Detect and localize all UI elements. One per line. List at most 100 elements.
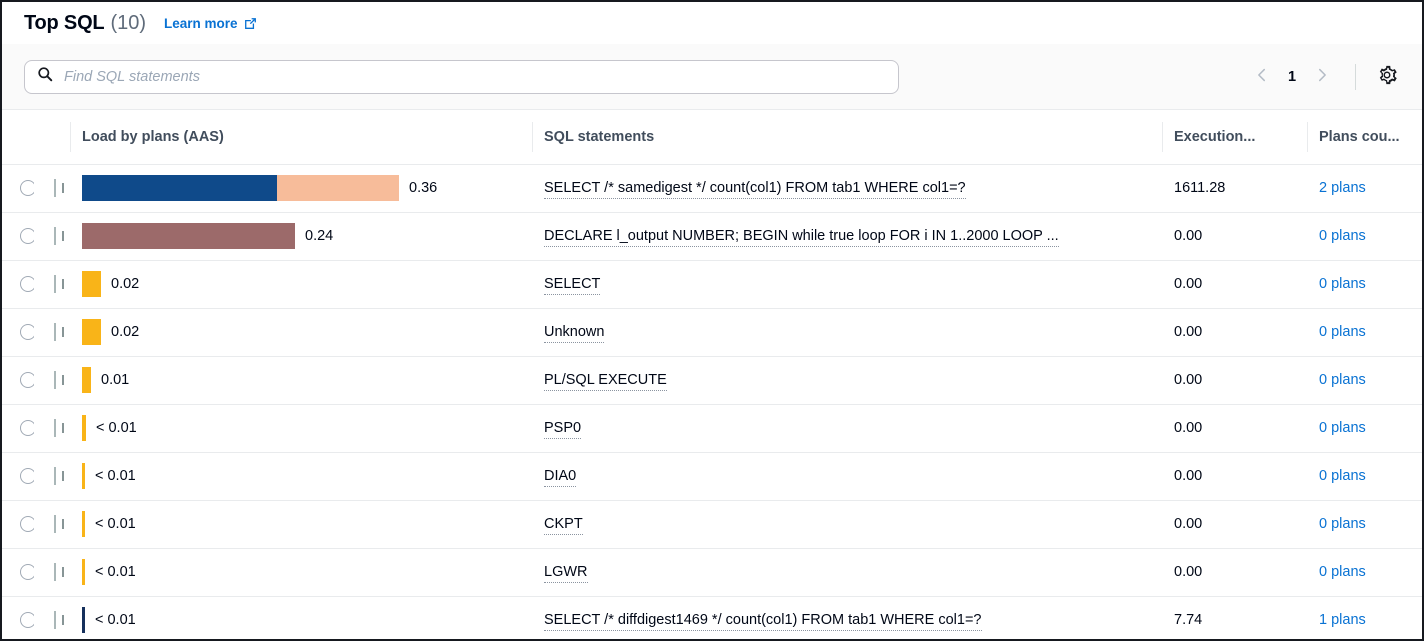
plans-count-link[interactable]: 0 plans (1319, 324, 1366, 340)
sql-statement-cell[interactable]: PSP0 (532, 404, 1162, 452)
row-expand-cell[interactable] (34, 356, 70, 404)
sql-statement-text[interactable]: CKPT (544, 516, 583, 535)
sql-statement-cell[interactable]: DECLARE l_output NUMBER; BEGIN while tru… (532, 212, 1162, 260)
sql-statement-text[interactable]: SELECT (544, 276, 600, 295)
sql-statement-cell[interactable]: SELECT (532, 260, 1162, 308)
row-select-cell[interactable] (2, 308, 34, 356)
row-select-cell[interactable] (2, 164, 34, 212)
row-expand-cell[interactable] (34, 452, 70, 500)
load-value-label: 0.24 (305, 228, 333, 244)
column-header-load-by-plans[interactable]: Load by plans (AAS) (70, 110, 532, 164)
sql-statement-cell[interactable]: CKPT (532, 500, 1162, 548)
sql-statement-text[interactable]: PL/SQL EXECUTE (544, 372, 667, 391)
expand-plus-icon[interactable] (54, 563, 56, 581)
table-row[interactable]: < 0.01LGWR0.000 plans (2, 548, 1422, 596)
load-by-plans-cell: < 0.01 (70, 548, 532, 596)
load-by-plans-cell: < 0.01 (70, 596, 532, 641)
expand-plus-icon[interactable] (54, 371, 56, 389)
column-header-executions[interactable]: Execution... (1162, 110, 1307, 164)
expand-plus-icon[interactable] (54, 611, 56, 629)
plans-count-cell[interactable]: 1 plans (1307, 596, 1422, 641)
row-expand-cell[interactable] (34, 404, 70, 452)
plans-count-cell[interactable]: 0 plans (1307, 260, 1422, 308)
plans-count-cell[interactable]: 0 plans (1307, 548, 1422, 596)
expand-plus-icon[interactable] (54, 275, 56, 293)
table-row[interactable]: < 0.01 SELECT /* diffdigest1469 */ count(… (2, 596, 1422, 641)
plans-count-link[interactable]: 0 plans (1319, 564, 1366, 580)
sql-statement-text[interactable]: PSP0 (544, 420, 581, 439)
row-expand-cell[interactable] (34, 596, 70, 641)
sql-statement-cell[interactable]: PL/SQL EXECUTE (532, 356, 1162, 404)
column-header-sql-statements[interactable]: SQL statements (532, 110, 1162, 164)
expand-plus-icon[interactable] (54, 419, 56, 437)
next-page-button[interactable] (1305, 60, 1339, 94)
row-expand-cell[interactable] (34, 260, 70, 308)
sql-statement-text[interactable]: SELECT /* samedigest */ count(col1) FROM… (544, 180, 966, 199)
plans-count-link[interactable]: 2 plans (1319, 180, 1366, 196)
previous-page-button[interactable] (1245, 60, 1279, 94)
row-select-cell[interactable] (2, 500, 34, 548)
search-box[interactable] (24, 60, 899, 94)
plans-count-cell[interactable]: 0 plans (1307, 308, 1422, 356)
plans-count-link[interactable]: 0 plans (1319, 468, 1366, 484)
table-row[interactable]: 0.01PL/SQL EXECUTE0.000 plans (2, 356, 1422, 404)
executions-value: 0.00 (1174, 324, 1202, 340)
plans-count-link[interactable]: 0 plans (1319, 516, 1366, 532)
executions-cell: 0.00 (1162, 500, 1307, 548)
plans-count-link[interactable]: 0 plans (1319, 276, 1366, 292)
row-expand-cell[interactable] (34, 500, 70, 548)
search-icon (37, 66, 53, 87)
row-select-cell[interactable] (2, 404, 34, 452)
row-select-cell[interactable] (2, 260, 34, 308)
sql-statement-cell[interactable]: LGWR (532, 548, 1162, 596)
table-row[interactable]: < 0.01DIA00.000 plans (2, 452, 1422, 500)
sql-statement-text[interactable]: LGWR (544, 564, 588, 583)
table-row[interactable]: < 0.01PSP00.000 plans (2, 404, 1422, 452)
sql-statement-cell[interactable]: SELECT /* diffdigest1469 */ count(col1) … (532, 596, 1162, 641)
load-bar-segment (82, 271, 101, 297)
sql-statement-text[interactable]: DECLARE l_output NUMBER; BEGIN while tru… (544, 228, 1059, 247)
sql-statement-text[interactable]: DIA0 (544, 468, 576, 487)
search-input[interactable] (62, 68, 886, 86)
sql-statement-text[interactable]: SELECT /* diffdigest1469 */ count(col1) … (544, 612, 982, 631)
table-row[interactable]: 0.02SELECT0.000 plans (2, 260, 1422, 308)
preferences-button[interactable] (1372, 62, 1402, 92)
plans-count-link[interactable]: 1 plans (1319, 612, 1366, 628)
row-expand-cell[interactable] (34, 548, 70, 596)
expand-plus-icon[interactable] (54, 227, 56, 245)
plans-count-link[interactable]: 0 plans (1319, 420, 1366, 436)
plans-count-cell[interactable]: 2 plans (1307, 164, 1422, 212)
row-select-cell[interactable] (2, 212, 34, 260)
row-expand-cell[interactable] (34, 212, 70, 260)
sql-statement-cell[interactable]: Unknown (532, 308, 1162, 356)
plans-count-link[interactable]: 0 plans (1319, 228, 1366, 244)
load-bar-segment (82, 607, 85, 633)
table-row[interactable]: 0.02Unknown0.000 plans (2, 308, 1422, 356)
row-select-cell[interactable] (2, 452, 34, 500)
toolbar-right-controls: 1 (1245, 60, 1402, 94)
sql-statement-cell[interactable]: DIA0 (532, 452, 1162, 500)
learn-more-link[interactable]: Learn more (164, 16, 258, 31)
row-select-cell[interactable] (2, 548, 34, 596)
row-select-cell[interactable] (2, 596, 34, 641)
expand-plus-icon[interactable] (54, 179, 56, 197)
plans-count-cell[interactable]: 0 plans (1307, 404, 1422, 452)
page-number-1[interactable]: 1 (1279, 69, 1305, 85)
row-expand-cell[interactable] (34, 164, 70, 212)
plans-count-cell[interactable]: 0 plans (1307, 452, 1422, 500)
sql-statement-text[interactable]: Unknown (544, 324, 604, 343)
sql-statement-cell[interactable]: SELECT /* samedigest */ count(col1) FROM… (532, 164, 1162, 212)
table-row[interactable]: 0.36SELECT /* samedigest */ count(col1) … (2, 164, 1422, 212)
plans-count-link[interactable]: 0 plans (1319, 372, 1366, 388)
table-row[interactable]: < 0.01CKPT0.000 plans (2, 500, 1422, 548)
table-row[interactable]: 0.24 DECLARE l_output NUMBER; BEGIN while… (2, 212, 1422, 260)
expand-plus-icon[interactable] (54, 515, 56, 533)
plans-count-cell[interactable]: 0 plans (1307, 356, 1422, 404)
row-expand-cell[interactable] (34, 308, 70, 356)
plans-count-cell[interactable]: 0 plans (1307, 500, 1422, 548)
expand-plus-icon[interactable] (54, 323, 56, 341)
expand-plus-icon[interactable] (54, 467, 56, 485)
row-select-cell[interactable] (2, 356, 34, 404)
column-header-plans-count[interactable]: Plans cou... (1307, 110, 1422, 164)
plans-count-cell[interactable]: 0 plans (1307, 212, 1422, 260)
